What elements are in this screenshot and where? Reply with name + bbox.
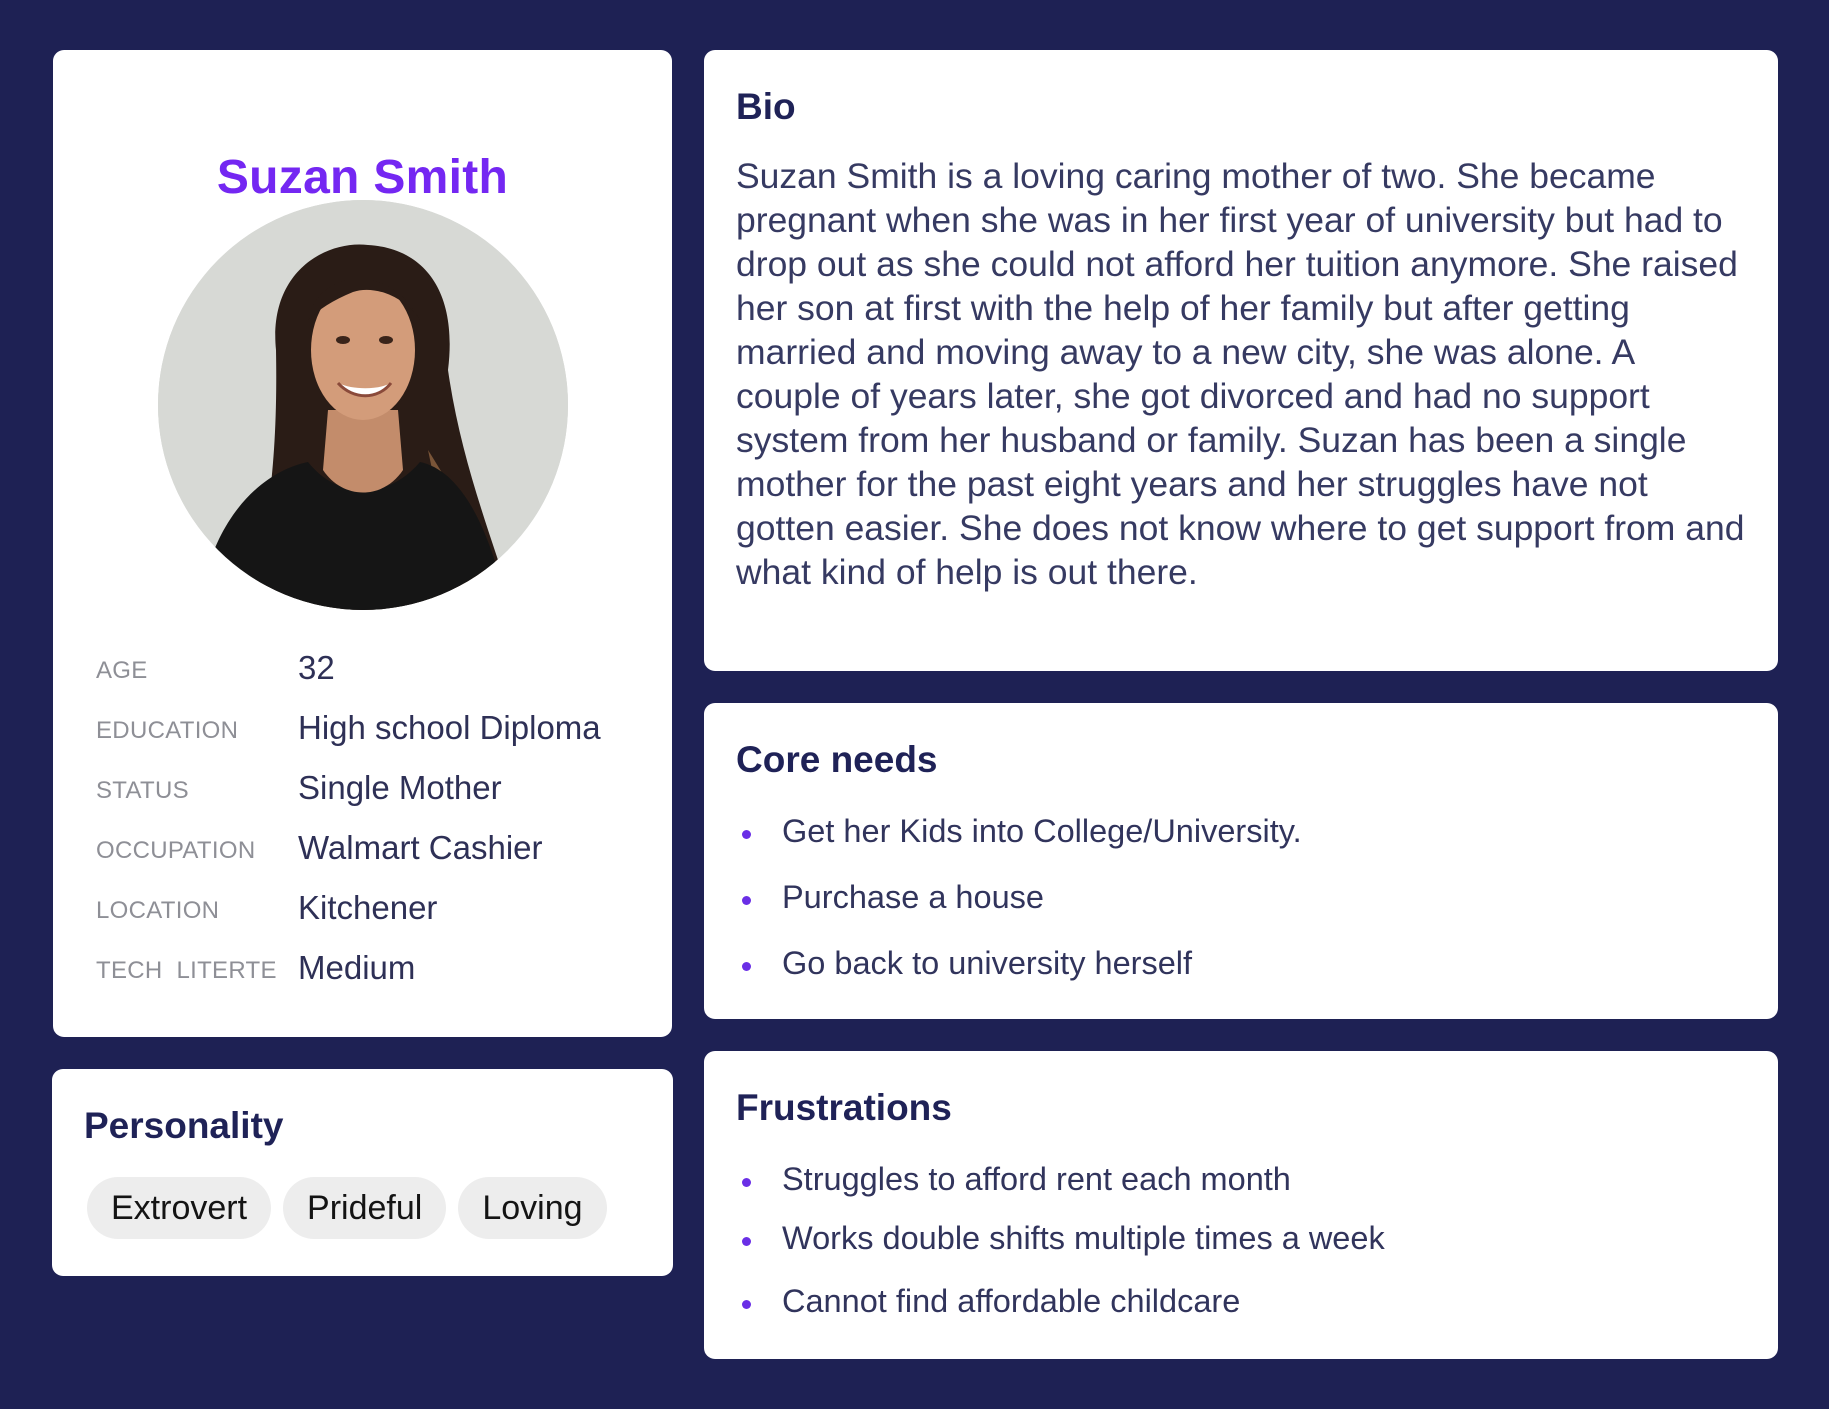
personality-tag: Extrovert <box>87 1177 272 1239</box>
profile-card: Suzan Smith AGE 32 EDUCATION High school… <box>53 50 672 1037</box>
list-item-text: Go back to university herself <box>782 945 1193 981</box>
tech-literacy-value: Medium <box>298 949 416 986</box>
bullet-icon <box>742 1178 751 1187</box>
bullet-icon <box>742 830 751 839</box>
frustrations-card: Frustrations Struggles to afford rent ea… <box>704 1051 1778 1359</box>
avatar <box>158 200 568 610</box>
location-value: Kitchener <box>298 889 438 926</box>
list-item-text: Works double shifts multiple times a wee… <box>782 1220 1385 1256</box>
occupation-label: OCCUPATION <box>96 837 256 864</box>
bullet-icon <box>742 896 751 905</box>
frustrations-title: Frustrations <box>736 1087 952 1128</box>
bullet-icon <box>742 962 751 971</box>
portrait-image <box>158 200 568 610</box>
list-item-text: Purchase a house <box>782 879 1044 915</box>
bio-title: Bio <box>736 86 796 127</box>
personality-tag: Loving <box>458 1177 607 1239</box>
info-row-age: AGE 32 <box>96 649 652 689</box>
info-row-status: STATUS Single Mother <box>96 769 652 809</box>
personality-title: Personality <box>84 1105 284 1146</box>
personality-card: Personality Extrovert Prideful Loving <box>52 1069 673 1276</box>
status-value: Single Mother <box>298 769 502 806</box>
location-label: LOCATION <box>96 897 220 924</box>
occupation-value: Walmart Cashier <box>298 829 543 866</box>
core-needs-title: Core needs <box>736 739 938 780</box>
education-value: High school Diploma <box>298 709 601 746</box>
age-value: 32 <box>298 649 335 686</box>
persona-name: Suzan Smith <box>216 151 509 204</box>
bio-card: Bio Suzan Smith is a loving caring mothe… <box>704 50 1778 671</box>
info-row-location: LOCATION Kitchener <box>96 889 652 929</box>
bullet-icon <box>742 1237 751 1246</box>
age-label: AGE <box>96 657 148 684</box>
education-label: EDUCATION <box>96 717 239 744</box>
list-item-text: Get her Kids into College/University. <box>782 813 1302 849</box>
personality-tags: Extrovert Prideful Loving <box>87 1177 607 1239</box>
info-row-education: EDUCATION High school Diploma <box>96 709 652 749</box>
bio-text: Suzan Smith is a loving caring mother of… <box>736 156 1745 592</box>
info-row-occupation: OCCUPATION Walmart Cashier <box>96 829 652 869</box>
bullet-icon <box>742 1300 751 1309</box>
personality-tag: Prideful <box>283 1177 447 1239</box>
info-row-tech-literacy: TECH LITERTE Medium <box>96 949 652 989</box>
list-item-text: Struggles to afford rent each month <box>782 1161 1291 1197</box>
status-label: STATUS <box>96 777 189 804</box>
tech-literacy-label: TECH LITERTE <box>96 957 277 984</box>
core-needs-card: Core needs Get her Kids into College/Uni… <box>704 703 1778 1019</box>
list-item-text: Cannot find affordable childcare <box>782 1283 1241 1319</box>
